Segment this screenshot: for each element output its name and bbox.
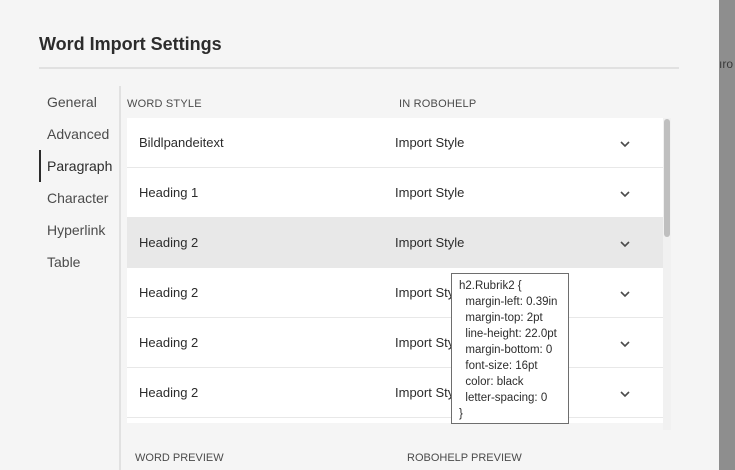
word-style-cell: Heading 2 [139,335,199,350]
nav-item-character[interactable]: Character [39,182,119,214]
tooltip-line: h2.Rubrik2 { [459,280,522,292]
word-style-cell: Heading 2 [139,285,199,300]
table-row[interactable]: Heading 1 Import Style [127,168,663,218]
table-row[interactable]: Bildlpandeitext Import Style [127,118,663,168]
tooltip-line: } [459,408,463,420]
robohelp-style-cell[interactable]: Import Style [395,118,464,168]
tooltip-line: letter-spacing: 0 [459,392,548,404]
chevron-down-icon[interactable] [619,288,631,300]
word-preview-header: WORD PREVIEW [135,452,224,464]
table-row[interactable]: Heading 2 Import Style [127,318,663,368]
tooltip-line: margin-top: 2pt [459,312,543,324]
tooltip-line: font-size: 16pt [459,360,538,372]
style-css-tooltip: h2.Rubrik2 { margin-left: 0.39in margin-… [451,273,569,424]
column-header-in-robohelp: IN ROBOHELP [399,98,477,110]
robohelp-style-cell[interactable]: Import Style [395,218,464,268]
nav-item-hyperlink[interactable]: Hyperlink [39,214,119,246]
word-style-cell: Heading 2 [139,235,199,250]
word-style-cell: Heading 2 [139,385,199,400]
word-style-cell: Bildlpandeitext [139,135,224,150]
background-window-text: ıro [719,57,734,71]
chevron-down-icon[interactable] [619,188,631,200]
tooltip-line: margin-bottom: 0 [459,344,553,356]
table-row[interactable]: Heading 2 Import Style [127,268,663,318]
chevron-down-icon[interactable] [619,238,631,250]
title-divider [39,67,679,69]
tooltip-line: color: black [459,376,524,388]
tooltip-line: line-height: 22.0pt [459,328,557,340]
table-scrollbar-thumb[interactable] [664,119,670,237]
chevron-down-icon[interactable] [619,138,631,150]
nav-item-table[interactable]: Table [39,246,119,278]
robohelp-style-cell[interactable]: Import Style [395,168,464,218]
dialog-title: Word Import Settings [39,34,222,54]
table-row-selected[interactable]: Heading 2 Import Style [127,218,663,268]
nav-item-general[interactable]: General [39,86,119,118]
table-row[interactable]: Heading 2 Import Style [127,368,663,418]
style-mapping-table: Bildlpandeitext Import Style Heading 1 I… [127,118,663,423]
settings-nav: General Advanced Paragraph Character Hyp… [39,86,121,470]
word-import-settings-dialog: Word Import Settings General Advanced Pa… [0,0,719,470]
robohelp-preview-header: ROBOHELP PREVIEW [407,452,522,464]
word-style-cell: Heading 1 [139,185,199,200]
background-window-overlay: ıro [719,0,735,470]
chevron-down-icon[interactable] [619,388,631,400]
tooltip-line: margin-left: 0.39in [459,296,558,308]
nav-item-paragraph[interactable]: Paragraph [39,150,119,182]
chevron-down-icon[interactable] [619,338,631,350]
nav-item-advanced[interactable]: Advanced [39,118,119,150]
column-header-word-style: WORD STYLE [127,98,202,110]
